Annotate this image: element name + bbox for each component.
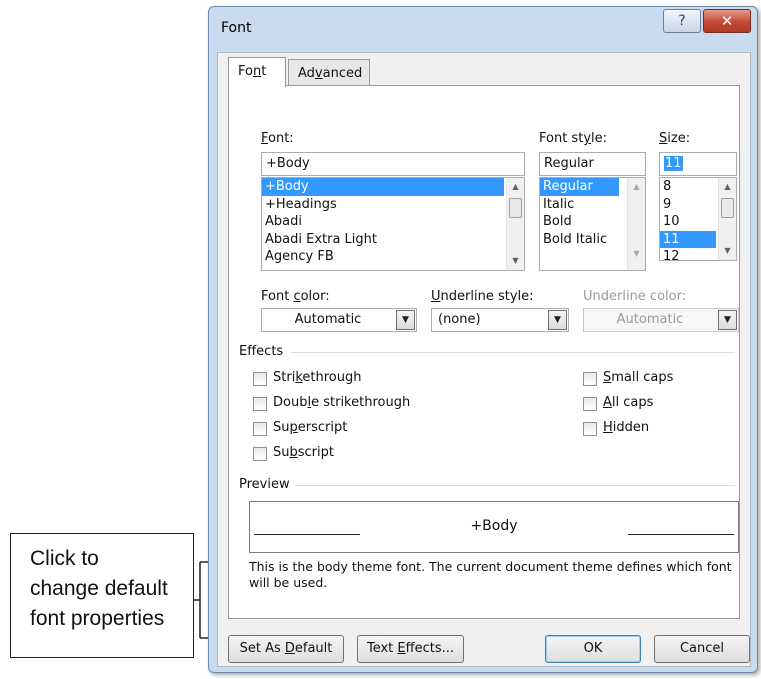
preview-description: This is the body theme font. The current… (249, 559, 732, 590)
size-label: Size: (659, 131, 691, 146)
chevron-up-icon[interactable]: ▲ (719, 179, 736, 195)
font-style-list[interactable]: Regular Italic Bold Bold Italic ▲ ▼ (539, 177, 646, 271)
small-caps-checkbox[interactable] (583, 372, 597, 386)
tab-font-label-accel: n (252, 64, 262, 79)
chevron-up-icon[interactable]: ▲ (628, 179, 645, 195)
chevron-down-icon[interactable]: ▼ (719, 243, 736, 259)
effects-heading: Effects (239, 344, 284, 359)
tab-advanced[interactable]: Advanced (288, 59, 370, 87)
preview-box: +Body (249, 501, 739, 553)
preview-baseline-right (628, 534, 734, 535)
chevron-down-icon[interactable]: ▼ (396, 310, 415, 330)
font-list-scrollbar[interactable]: ▲ ▼ (506, 178, 524, 270)
font-list-item[interactable]: Agency FB (262, 248, 524, 266)
underline-style-value: (none) (438, 312, 481, 327)
callout-line-1: Click to (30, 547, 99, 570)
tab-advanced-label-accel: v (314, 66, 323, 81)
font-style-list-scrollbar[interactable]: ▲ ▼ (627, 178, 645, 270)
dialog-client-area: Font Advanced Font: +Body +Body +Heading… (217, 52, 751, 667)
callout-line-2: change default (30, 577, 168, 600)
size-list-scrollbar[interactable]: ▲ ▼ (718, 178, 736, 260)
chevron-down-icon[interactable]: ▼ (507, 253, 524, 269)
superscript-label: Superscript (273, 420, 348, 435)
small-caps-label: Small caps (603, 370, 674, 385)
font-style-list-item[interactable]: Regular (540, 178, 619, 196)
subscript-label: Subscript (273, 445, 334, 460)
size-list[interactable]: 8 9 10 11 12 ▲ ▼ (659, 177, 737, 261)
chevron-up-icon[interactable]: ▲ (507, 179, 524, 195)
strikethrough-checkbox[interactable] (253, 372, 267, 386)
help-button[interactable]: ? (663, 9, 701, 33)
scroll-thumb[interactable] (509, 198, 522, 218)
preview-sample-text: +Body (470, 518, 518, 534)
text-effects-button[interactable]: Text Effects... (357, 635, 464, 663)
cancel-button[interactable]: Cancel (654, 635, 750, 663)
tab-advanced-label: Ad (298, 66, 315, 81)
font-list-item[interactable]: Abadi Extra Light (262, 231, 524, 249)
tab-advanced-label-end: anced (322, 66, 363, 81)
font-color-select[interactable]: Automatic ▼ (261, 308, 417, 332)
font-name-list[interactable]: +Body +Headings Abadi Abadi Extra Light … (261, 177, 525, 271)
font-tab-panel: Font: +Body +Body +Headings Abadi Abadi … (228, 85, 740, 619)
font-name-input[interactable]: +Body (261, 152, 525, 176)
chevron-down-icon[interactable]: ▼ (548, 310, 567, 330)
hidden-checkbox[interactable] (583, 422, 597, 436)
size-input[interactable]: 11 (659, 152, 737, 176)
hidden-label: Hidden (603, 420, 650, 435)
close-icon: ✕ (720, 12, 734, 30)
underline-style-label: Underline style: (431, 289, 534, 304)
all-caps-checkbox[interactable] (583, 397, 597, 411)
underline-color-value: Automatic (616, 312, 684, 327)
font-list-item[interactable]: Abadi (262, 213, 524, 231)
strikethrough-label: Strikethrough (273, 370, 362, 385)
font-color-value: Automatic (294, 312, 362, 327)
font-style-label: Font style: (539, 131, 608, 146)
callout-box: Click to change default font properties (10, 533, 194, 658)
effects-divider (291, 352, 735, 353)
scroll-thumb[interactable] (721, 198, 734, 218)
ok-button[interactable]: OK (545, 635, 641, 663)
dialog-title: Font (221, 20, 252, 36)
double-strikethrough-label: Double strikethrough (273, 395, 411, 410)
superscript-checkbox[interactable] (253, 422, 267, 436)
tab-font-label-end: t (261, 64, 267, 79)
help-icon: ? (678, 13, 686, 29)
preview-divider (295, 485, 735, 486)
chevron-down-icon[interactable]: ▼ (718, 310, 737, 330)
double-strikethrough-checkbox[interactable] (253, 397, 267, 411)
size-input-value: 11 (664, 156, 683, 171)
preview-heading: Preview (239, 477, 290, 492)
all-caps-label: All caps (603, 395, 654, 410)
font-list-item[interactable]: +Headings (262, 196, 524, 214)
preview-baseline-left (254, 534, 360, 535)
size-list-item[interactable]: 11 (660, 230, 716, 248)
underline-style-select[interactable]: (none) ▼ (431, 308, 569, 332)
callout-line-3: font properties (30, 607, 165, 630)
font-dialog: Font ? ✕ Font Advanced Font: +Body +Body… (208, 6, 758, 673)
underline-color-label: Underline color: (583, 289, 687, 304)
underline-color-select[interactable]: Automatic ▼ (583, 308, 739, 332)
font-list-item[interactable]: +Body (262, 178, 504, 196)
tab-font[interactable]: Font (228, 57, 286, 87)
font-label: Font: (261, 131, 294, 146)
chevron-down-icon[interactable]: ▼ (628, 246, 645, 262)
subscript-checkbox[interactable] (253, 447, 267, 461)
tab-font-label: Fo (238, 64, 253, 79)
close-button[interactable]: ✕ (703, 9, 751, 33)
font-style-input[interactable]: Regular (539, 152, 646, 176)
font-color-label: Font color: (261, 289, 330, 304)
set-as-default-button[interactable]: Set As Default (228, 635, 344, 663)
